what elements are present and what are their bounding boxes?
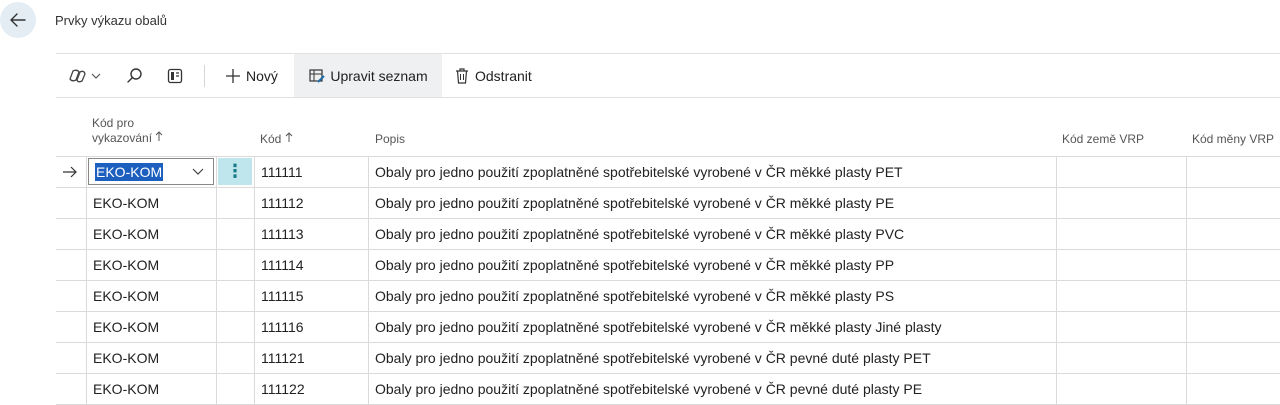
column-header-currency-code[interactable]: Kód měny VRP <box>1192 132 1274 147</box>
code-cell[interactable]: 111111 <box>254 157 368 187</box>
table-row[interactable]: EKO-KOM 111121 Obaly pro jedno použití zpo… <box>56 343 1280 374</box>
filter-pane-icon <box>167 68 183 83</box>
new-button-label: Nový <box>246 67 278 84</box>
row-more-options-button[interactable]: ⋮ <box>218 158 252 185</box>
table-row[interactable]: EKO-KOM 111122 Obaly pro jedno použití zpo… <box>56 374 1280 405</box>
report-code-cell[interactable]: EKO-KOM <box>86 250 216 280</box>
description-cell[interactable]: Obaly pro jedno použití zpoplatněné spot… <box>368 374 1056 404</box>
report-code-cell[interactable]: EKO-KOM <box>86 281 216 311</box>
more-options-icon: ⋮ <box>226 161 244 181</box>
delete-label: Odstranit <box>475 67 532 84</box>
column-header-report-code-line2: vykazování <box>92 131 153 145</box>
report-code-value: EKO-KOM <box>95 162 164 181</box>
report-code-cell[interactable]: EKO-KOM <box>86 343 216 373</box>
code-cell[interactable]: 111113 <box>254 219 368 249</box>
action-bar: Nový Upravit seznam Odstranit <box>56 53 1280 98</box>
country-code-cell[interactable] <box>1056 312 1186 342</box>
column-header-country-code[interactable]: Kód země VRP <box>1062 132 1144 147</box>
description-cell[interactable]: Obaly pro jedno použití zpoplatněné spot… <box>368 312 1056 342</box>
report-code-select[interactable]: EKO-KOM <box>88 158 214 185</box>
copilot-icon <box>69 69 86 82</box>
currency-code-cell[interactable] <box>1186 157 1280 187</box>
currency-code-cell[interactable] <box>1186 219 1280 249</box>
sort-ascending-icon <box>156 131 163 141</box>
description-cell[interactable]: Obaly pro jedno použití zpoplatněné spot… <box>368 343 1056 373</box>
description-cell[interactable]: Obaly pro jedno použití zpoplatněné spot… <box>368 219 1056 249</box>
column-header-description[interactable]: Popis <box>375 132 405 147</box>
report-code-cell[interactable]: EKO-KOM <box>86 219 216 249</box>
code-cell[interactable]: 111114 <box>254 250 368 280</box>
table-row[interactable]: EKO-KOM 111113 Obaly pro jedno použití zpo… <box>56 219 1280 250</box>
description-cell[interactable]: Obaly pro jedno použití zpoplatněné spot… <box>368 250 1056 280</box>
column-header-code-label: Kód <box>260 132 282 146</box>
code-cell[interactable]: 111116 <box>254 312 368 342</box>
currency-code-cell[interactable] <box>1186 250 1280 280</box>
table-row[interactable]: EKO-KOM 111116 Obaly pro jedno použití zpo… <box>56 312 1280 343</box>
country-code-cell[interactable] <box>1056 250 1186 280</box>
table-row[interactable]: EKO-KOM 111114 Obaly pro jedno použití zpo… <box>56 250 1280 281</box>
country-code-cell[interactable] <box>1056 343 1186 373</box>
column-header-code[interactable]: Kód <box>260 132 293 147</box>
back-arrow-icon <box>10 13 26 27</box>
column-header-report-code[interactable]: Kód pro vykazování <box>92 116 163 146</box>
country-code-cell[interactable] <box>1056 374 1186 404</box>
data-table: EKO-KOM ⋮ 111111 Obaly pro jedno použití zp… <box>56 156 1280 405</box>
trash-icon <box>456 67 468 84</box>
toolbar-divider <box>204 65 205 87</box>
currency-code-cell[interactable] <box>1186 374 1280 404</box>
currency-code-cell[interactable] <box>1186 312 1280 342</box>
edit-list-label: Upravit seznam <box>330 67 428 84</box>
search-button[interactable] <box>126 54 146 97</box>
table-row[interactable]: EKO-KOM ⋮ 111111 Obaly pro jedno použití zp… <box>56 157 1280 188</box>
code-cell[interactable]: 111115 <box>254 281 368 311</box>
column-header-report-code-line1: Kód pro <box>92 116 135 130</box>
row-arrow-icon <box>63 166 77 178</box>
search-icon <box>127 67 142 83</box>
currency-code-cell[interactable] <box>1186 281 1280 311</box>
report-code-cell[interactable]: EKO-KOM <box>86 188 216 218</box>
code-cell[interactable]: 111121 <box>254 343 368 373</box>
description-cell[interactable]: Obaly pro jedno použití zpoplatněné spot… <box>368 281 1056 311</box>
table-row[interactable]: EKO-KOM 111115 Obaly pro jedno použití zpo… <box>56 281 1280 312</box>
report-code-cell[interactable]: EKO-KOM <box>86 374 216 404</box>
edit-list-button[interactable]: Upravit seznam <box>294 54 442 97</box>
new-button[interactable]: Nový <box>224 54 284 97</box>
country-code-cell[interactable] <box>1056 281 1186 311</box>
chevron-down-icon[interactable] <box>191 167 205 177</box>
currency-code-cell[interactable] <box>1186 188 1280 218</box>
currency-code-cell[interactable] <box>1186 343 1280 373</box>
edit-list-icon <box>309 68 326 83</box>
report-code-cell[interactable]: EKO-KOM <box>86 312 216 342</box>
description-cell[interactable]: Obaly pro jedno použití zpoplatněné spot… <box>368 157 1056 187</box>
country-code-cell[interactable] <box>1056 188 1186 218</box>
copilot-button[interactable] <box>68 54 104 97</box>
country-code-cell[interactable] <box>1056 219 1186 249</box>
country-code-cell[interactable] <box>1056 157 1186 187</box>
table-row[interactable]: EKO-KOM 111112 Obaly pro jedno použití zpo… <box>56 188 1280 219</box>
delete-button[interactable]: Odstranit <box>454 54 532 97</box>
row-marker <box>56 157 86 187</box>
plus-icon <box>226 68 240 83</box>
chevron-down-icon <box>91 73 101 79</box>
page-title: Prvky výkazu obalů <box>55 13 167 28</box>
code-cell[interactable]: 111122 <box>254 374 368 404</box>
sort-ascending-icon <box>285 132 293 142</box>
filter-pane-button[interactable] <box>166 54 186 97</box>
description-cell[interactable]: Obaly pro jedno použití zpoplatněné spot… <box>368 188 1056 218</box>
code-cell[interactable]: 111112 <box>254 188 368 218</box>
back-button[interactable] <box>0 2 36 38</box>
